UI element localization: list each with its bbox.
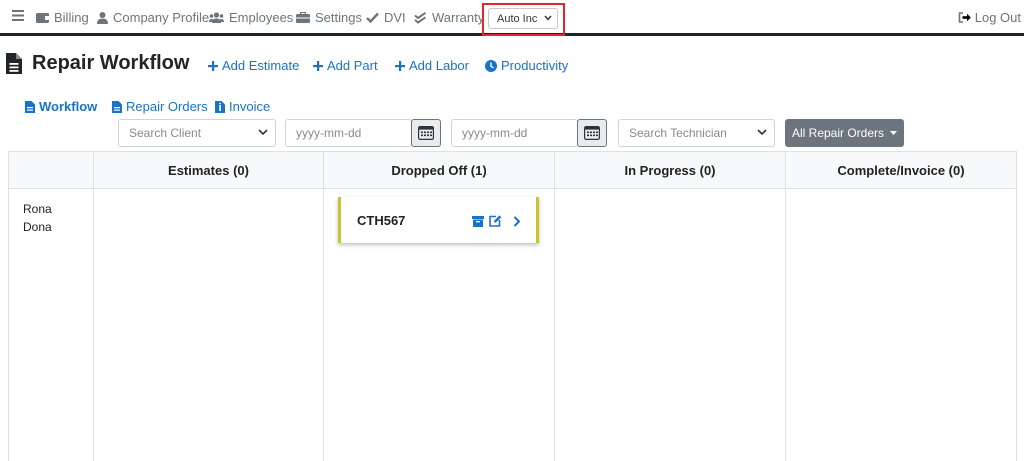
column-divider xyxy=(554,151,555,461)
tab-repair-orders[interactable]: Repair Orders xyxy=(112,99,208,114)
nav-warranty-label: Warranty xyxy=(432,10,485,25)
technician-name: Rona Dona xyxy=(23,202,52,234)
plus-icon xyxy=(313,60,323,71)
user-icon xyxy=(97,11,108,24)
tab-workflow[interactable]: Workflow xyxy=(25,99,97,114)
repair-order-card[interactable]: CTH567 xyxy=(338,197,539,243)
search-client-input[interactable]: Search Client xyxy=(118,119,276,147)
nav-company-profile[interactable]: Company Profile xyxy=(97,10,209,25)
nav-dvi[interactable]: DVI xyxy=(366,10,406,25)
document-icon xyxy=(6,53,22,74)
plus-icon xyxy=(395,60,405,71)
tab-repair-orders-label: Repair Orders xyxy=(126,99,208,114)
tab-invoice-label: Invoice xyxy=(229,99,271,114)
chevron-right-icon[interactable] xyxy=(513,214,521,232)
sign-out-icon xyxy=(958,12,971,23)
company-select[interactable]: Auto Inc xyxy=(488,8,558,29)
nav-settings[interactable]: Settings xyxy=(296,10,362,25)
add-estimate-button[interactable]: Add Estimate xyxy=(208,58,299,73)
repair-order-label: CTH567 xyxy=(357,213,406,228)
add-part-button[interactable]: Add Part xyxy=(313,58,378,73)
add-part-label: Add Part xyxy=(327,58,378,73)
tab-invoice[interactable]: Invoice xyxy=(215,99,270,114)
search-technician-placeholder: Search Technician xyxy=(629,126,727,140)
users-icon xyxy=(209,12,224,23)
edit-icon[interactable] xyxy=(489,214,502,232)
page-header: Repair Workflow xyxy=(6,52,189,75)
top-nav: Billing Company Profile Employees Settin… xyxy=(0,0,1024,36)
date-to-calendar-button[interactable] xyxy=(577,119,607,147)
column-header-estimates: Estimates (0) xyxy=(168,163,249,178)
nav-billing-label: Billing xyxy=(54,10,89,25)
productivity-label: Productivity xyxy=(501,58,569,73)
date-from-input[interactable]: yyyy-mm-dd xyxy=(285,119,412,147)
plus-icon xyxy=(208,60,218,71)
calendar-icon xyxy=(584,126,600,140)
clock-icon xyxy=(485,59,497,72)
repair-orders-filter-label: All Repair Orders xyxy=(791,126,885,140)
double-check-icon xyxy=(414,11,427,24)
search-client-placeholder: Search Client xyxy=(129,126,202,140)
column-divider xyxy=(1016,151,1017,461)
nav-employees-label: Employees xyxy=(229,10,294,25)
page-title: Repair Workflow xyxy=(32,52,190,74)
add-labor-label: Add Labor xyxy=(409,58,469,73)
invoice-icon xyxy=(215,100,225,113)
chevron-down-icon xyxy=(544,15,552,21)
chevron-down-icon xyxy=(258,129,268,136)
logout-label: Log Out xyxy=(974,10,1021,25)
check-icon xyxy=(366,12,379,23)
nav-billing[interactable]: Billing xyxy=(36,10,89,25)
column-divider xyxy=(785,151,786,461)
column-header-complete-invoice: Complete/Invoice (0) xyxy=(837,163,965,178)
file-icon xyxy=(25,100,35,113)
toolbox-icon xyxy=(296,12,310,23)
menu-icon[interactable] xyxy=(12,10,24,21)
column-divider xyxy=(93,151,94,461)
search-technician-input[interactable]: Search Technician xyxy=(618,119,775,147)
company-select-value: Auto Inc xyxy=(497,12,538,25)
logout-link[interactable]: Log Out xyxy=(958,10,1021,25)
add-labor-button[interactable]: Add Labor xyxy=(395,58,469,73)
repair-orders-filter-button[interactable]: All Repair Orders xyxy=(785,119,904,147)
column-header-in-progress: In Progress (0) xyxy=(624,163,716,178)
file-icon xyxy=(112,100,122,113)
column-header-dropped-off: Dropped Off (1) xyxy=(391,163,487,178)
nav-employees[interactable]: Employees xyxy=(209,10,293,25)
date-from-calendar-button[interactable] xyxy=(411,119,441,147)
tab-workflow-label: Workflow xyxy=(39,99,98,114)
caret-down-icon xyxy=(890,131,898,135)
nav-company-profile-label: Company Profile xyxy=(113,10,210,25)
date-to-input[interactable]: yyyy-mm-dd xyxy=(451,119,578,147)
date-from-placeholder: yyyy-mm-dd xyxy=(296,126,362,140)
date-to-placeholder: yyyy-mm-dd xyxy=(462,126,528,140)
calendar-icon xyxy=(418,126,434,140)
column-divider xyxy=(323,151,324,461)
nav-warranty[interactable]: Warranty xyxy=(414,10,484,25)
nav-settings-label: Settings xyxy=(315,10,362,25)
archive-icon[interactable] xyxy=(472,214,484,232)
wallet-icon xyxy=(36,13,49,23)
chevron-down-icon xyxy=(757,129,767,136)
nav-dvi-label: DVI xyxy=(384,10,406,25)
add-estimate-label: Add Estimate xyxy=(222,58,300,73)
productivity-button[interactable]: Productivity xyxy=(485,58,568,73)
